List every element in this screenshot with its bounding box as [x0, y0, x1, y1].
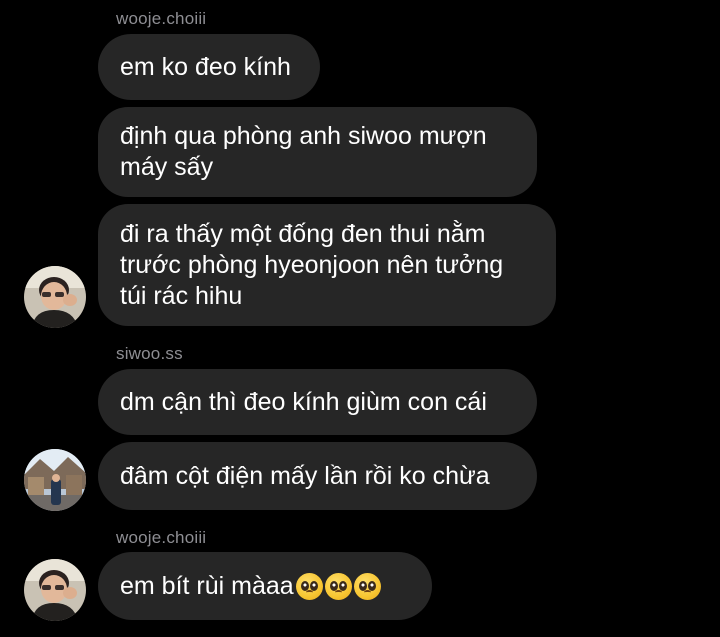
- message-text: dm cận thì đeo kính giùm con cái: [120, 387, 487, 416]
- profile-photo-icon: [24, 449, 86, 511]
- sender-name-wooje[interactable]: wooje.choiii: [116, 9, 206, 29]
- pleading-face-icon: [324, 572, 352, 600]
- message-bubble[interactable]: em bít rùi màaa: [98, 552, 432, 620]
- message-bubble[interactable]: dm cận thì đeo kính giùm con cái: [98, 369, 537, 435]
- pleading-face-icon: [353, 572, 381, 600]
- message-text: đâm cột điện mấy lần rồi ko chừa: [120, 461, 490, 490]
- message-text: đi ra thấy một đống đen thui nằm trước p…: [120, 219, 504, 310]
- message-text: định qua phòng anh siwoo mượn máy sấy: [120, 122, 487, 181]
- avatar-wooje[interactable]: [24, 266, 86, 328]
- message-text: em bít rùi màaa: [120, 571, 294, 600]
- avatar-wooje[interactable]: [24, 559, 86, 621]
- message-bubble[interactable]: đâm cột điện mấy lần rồi ko chừa: [98, 442, 537, 510]
- message-bubble[interactable]: đi ra thấy một đống đen thui nằm trước p…: [98, 204, 556, 326]
- pleading-face-icon: [295, 572, 323, 600]
- message-bubble[interactable]: em ko đeo kính: [98, 34, 320, 100]
- sender-name-wooje[interactable]: wooje.choiii: [116, 528, 206, 548]
- message-bubble[interactable]: định qua phòng anh siwoo mượn máy sấy: [98, 107, 537, 197]
- message-text: em ko đeo kính: [120, 52, 291, 81]
- chat-thread: wooje.choiii em ko đeo kính định qua phò…: [0, 0, 720, 637]
- sender-name-siwoo[interactable]: siwoo.ss: [116, 344, 183, 364]
- profile-photo-icon: [24, 559, 86, 621]
- profile-photo-icon: [24, 266, 86, 328]
- avatar-siwoo[interactable]: [24, 449, 86, 511]
